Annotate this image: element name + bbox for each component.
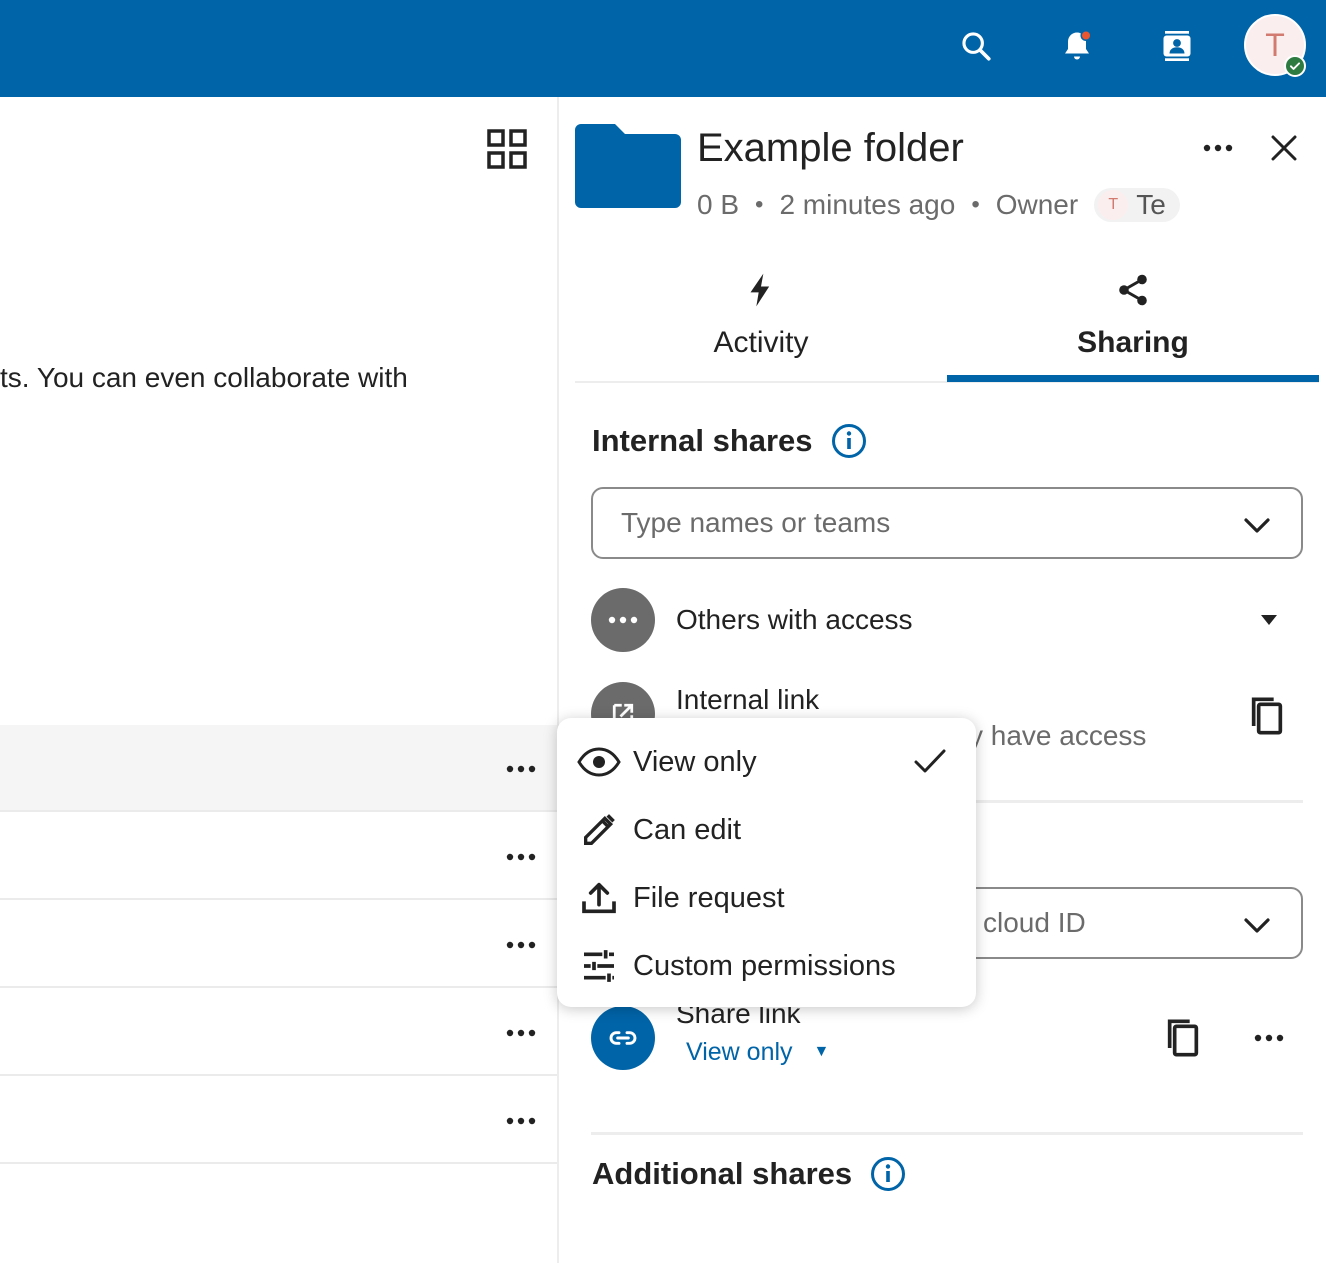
- more-horizontal-icon: [591, 588, 655, 652]
- caret-down-icon[interactable]: [1259, 614, 1279, 626]
- owner-label: Owner: [995, 189, 1079, 220]
- intro-description: ts. You can even collaborate with: [0, 362, 408, 393]
- copy-icon[interactable]: [1163, 1016, 1203, 1060]
- menu-item-file-request[interactable]: File request: [557, 864, 976, 932]
- file-size: 0 B: [697, 189, 740, 220]
- grid-view-icon[interactable]: [484, 126, 530, 172]
- internal-share-search-input[interactable]: Type names or teams: [591, 487, 1303, 559]
- external-search-placeholder: cloud ID: [983, 907, 1086, 938]
- active-tab-indicator: [947, 375, 1319, 382]
- additional-shares-heading: Additional shares: [592, 1156, 906, 1192]
- owner-avatar: T: [1098, 190, 1129, 220]
- internal-shares-title: Internal shares: [592, 423, 813, 458]
- search-icon[interactable]: [953, 23, 999, 69]
- top-header-bar: [0, 0, 1326, 97]
- upload-icon: [577, 878, 621, 918]
- info-icon[interactable]: [831, 423, 867, 459]
- close-icon[interactable]: [1262, 126, 1306, 170]
- eye-icon: [577, 742, 621, 782]
- permission-menu: View only Can edit File request Custom p…: [557, 718, 976, 1007]
- table-row[interactable]: [0, 901, 557, 988]
- menu-item-label: File request: [633, 882, 785, 914]
- others-with-access-row[interactable]: Others with access: [591, 588, 1303, 652]
- internal-link-description: y have access: [969, 720, 1147, 751]
- modified-time: 2 minutes ago: [779, 189, 956, 220]
- share-icon: [1119, 274, 1147, 306]
- additional-shares-title: Additional shares: [592, 1156, 853, 1191]
- permission-selector[interactable]: View only ▼: [686, 1038, 829, 1067]
- section-divider: [591, 1132, 1303, 1135]
- table-row[interactable]: [0, 725, 557, 812]
- avatar-initial: T: [1265, 26, 1285, 63]
- tab-sharing[interactable]: Sharing: [947, 262, 1319, 382]
- internal-shares-heading: Internal shares: [592, 423, 867, 459]
- menu-item-label: Can edit: [633, 814, 742, 846]
- internal-link-label: Internal link: [676, 684, 820, 715]
- sidebar-meta: 0 B • 2 minutes ago • Owner T Te: [697, 188, 1180, 222]
- owner-name: Te: [1136, 189, 1166, 220]
- menu-item-custom-permissions[interactable]: Custom permissions: [557, 932, 976, 1000]
- menu-item-label: View only: [633, 746, 757, 778]
- row-actions-icon[interactable]: [503, 1103, 539, 1139]
- row-actions-icon[interactable]: [503, 839, 539, 875]
- lightning-icon: [750, 273, 770, 307]
- tune-icon: [577, 946, 621, 986]
- tab-activity[interactable]: Activity: [575, 262, 947, 382]
- meta-separator: •: [755, 191, 764, 218]
- link-icon: [591, 1006, 655, 1070]
- menu-item-label: Custom permissions: [633, 950, 896, 982]
- info-icon[interactable]: [870, 1156, 906, 1192]
- tab-activity-label: Activity: [713, 326, 809, 359]
- row-actions-icon[interactable]: [503, 751, 539, 787]
- sidebar-title: Example folder: [697, 126, 964, 170]
- others-with-access-label: Others with access: [676, 604, 913, 635]
- row-actions-icon[interactable]: [503, 1015, 539, 1051]
- contacts-icon[interactable]: [1154, 23, 1200, 69]
- online-status-icon: [1284, 55, 1306, 77]
- tab-sharing-label: Sharing: [1077, 326, 1189, 359]
- more-actions-icon[interactable]: [1254, 1034, 1284, 1042]
- chevron-down-icon: [1244, 918, 1270, 933]
- menu-item-view-only[interactable]: View only: [557, 728, 976, 796]
- bell-icon[interactable]: [1054, 23, 1100, 69]
- caret-down-icon: ▼: [813, 1043, 830, 1060]
- table-row[interactable]: [0, 989, 557, 1076]
- checkmark-icon: [914, 749, 946, 773]
- pencil-icon: [577, 810, 621, 850]
- copy-icon[interactable]: [1247, 694, 1287, 738]
- more-actions-icon[interactable]: [1196, 126, 1240, 170]
- meta-separator: •: [971, 191, 980, 218]
- menu-item-can-edit[interactable]: Can edit: [557, 796, 976, 864]
- chevron-down-icon: [1244, 518, 1270, 533]
- search-placeholder: Type names or teams: [621, 507, 891, 538]
- folder-icon: [575, 122, 681, 208]
- table-row[interactable]: [0, 813, 557, 900]
- permission-selector-label: View only: [686, 1038, 793, 1066]
- table-row[interactable]: [0, 1077, 557, 1164]
- owner-chip[interactable]: T Te: [1094, 188, 1180, 222]
- row-actions-icon[interactable]: [503, 927, 539, 963]
